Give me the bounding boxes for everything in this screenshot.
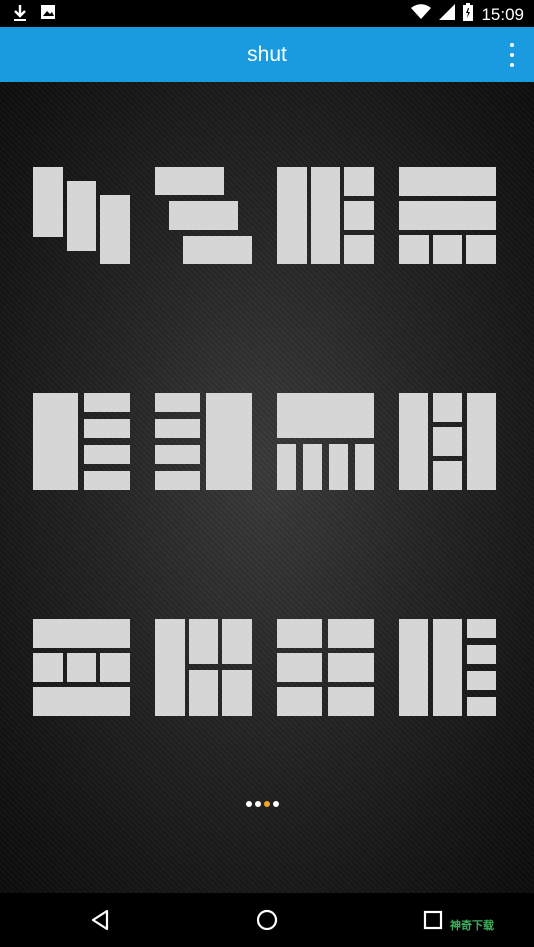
download-icon xyxy=(12,4,28,27)
layout-option-12[interactable] xyxy=(399,619,496,716)
app-bar: shut xyxy=(0,27,534,82)
layout-option-6[interactable] xyxy=(155,393,252,490)
clock: 15:09 xyxy=(481,4,524,24)
overflow-menu-icon xyxy=(510,43,514,47)
back-button[interactable] xyxy=(83,903,117,937)
layout-option-2[interactable] xyxy=(155,167,252,264)
home-icon xyxy=(256,909,278,931)
layout-option-7[interactable] xyxy=(277,393,374,490)
page-dot-4[interactable] xyxy=(273,801,279,807)
page-title: shut xyxy=(247,43,287,66)
layout-option-5[interactable] xyxy=(33,393,130,490)
layout-option-4[interactable] xyxy=(399,167,496,264)
layout-grid-area xyxy=(0,82,534,893)
image-icon xyxy=(40,4,56,27)
status-bar: 15:09 xyxy=(0,0,534,27)
layout-option-1[interactable] xyxy=(33,167,130,264)
watermark: 神奇下载 xyxy=(450,919,494,932)
layout-option-3[interactable] xyxy=(277,167,374,264)
layout-option-11[interactable] xyxy=(277,619,374,716)
page-dot-3[interactable] xyxy=(264,801,270,807)
page-dot-1[interactable] xyxy=(246,801,252,807)
recents-button[interactable] xyxy=(416,903,450,937)
signal-icon xyxy=(439,4,456,25)
overflow-menu-button[interactable] xyxy=(506,43,518,67)
wifi-icon xyxy=(411,4,432,25)
page-indicator xyxy=(246,801,279,807)
layout-option-8[interactable] xyxy=(399,393,496,490)
recents-icon xyxy=(423,910,443,930)
home-button[interactable] xyxy=(250,903,284,937)
page-dot-2[interactable] xyxy=(255,801,261,807)
battery-icon xyxy=(463,3,474,26)
back-icon xyxy=(91,909,109,931)
layout-option-9[interactable] xyxy=(33,619,130,716)
layout-option-10[interactable] xyxy=(155,619,252,716)
